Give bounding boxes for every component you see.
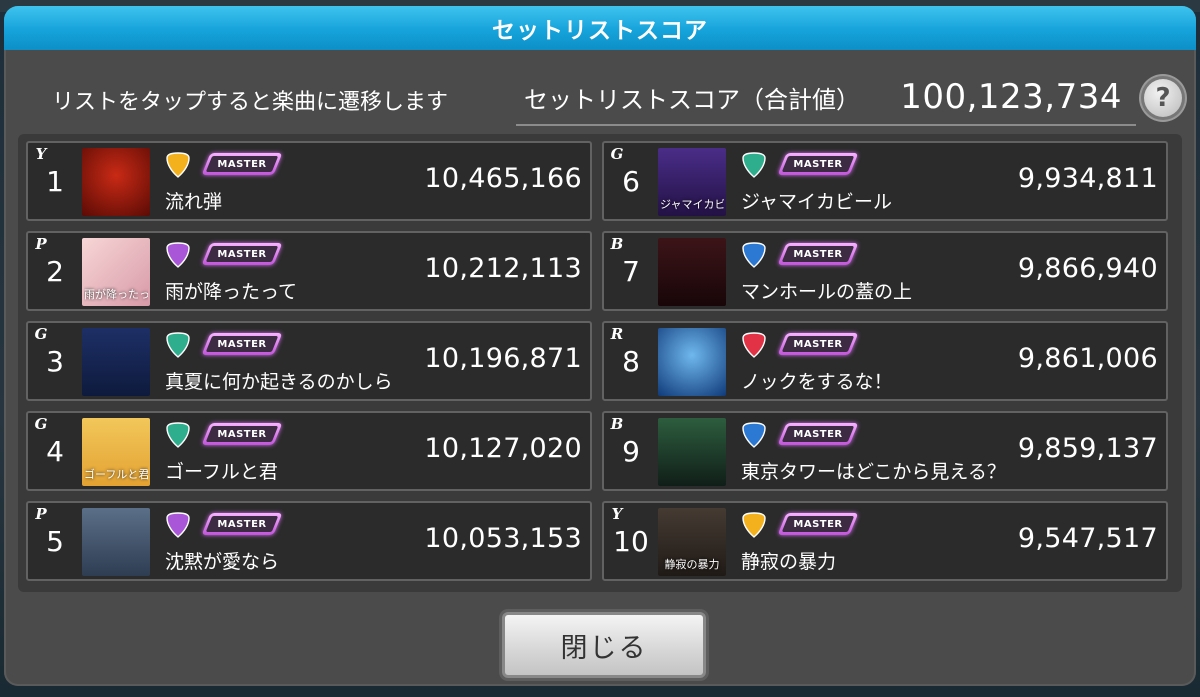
setlist-row[interactable]: 1 Y MASTER 流れ弾 10,465,166 <box>26 141 592 221</box>
unit-letter: R <box>610 325 624 343</box>
guitar-pick-icon <box>742 422 766 448</box>
song-title: 静寂の暴力 <box>741 551 837 573</box>
unit-letter: G <box>34 415 48 433</box>
setlist-score-dialog: セットリストスコア リストをタップすると楽曲に遷移します セットリストスコア（合… <box>4 6 1196 686</box>
song-jacket-image: 雨が降ったって <box>82 238 150 306</box>
total-score-field: セットリストスコア（合計値） 100,123,734 <box>516 70 1136 126</box>
unit-letter: G <box>34 325 48 343</box>
total-score-label: セットリストスコア（合計値） <box>524 85 860 114</box>
difficulty-label: MASTER <box>793 518 843 530</box>
setlist-row[interactable]: 3 G MASTER 真夏に何か起きるのかしら 10,196,871 <box>26 321 592 401</box>
setlist-row[interactable]: 2雨が降ったってPMASTER雨が降ったって10,212,113 <box>26 231 592 311</box>
difficulty-label: MASTER <box>793 248 843 260</box>
unit-letter: P <box>35 235 47 253</box>
guitar-pick-icon <box>742 152 766 178</box>
guitar-pick-icon <box>742 242 766 268</box>
guitar-pick-icon <box>742 332 766 358</box>
guitar-pick-icon <box>166 332 190 358</box>
song-jacket-image <box>82 148 150 216</box>
jacket-caption: 雨が降ったって <box>84 288 148 301</box>
song-title: ゴーフルと君 <box>165 461 278 483</box>
song-title: 真夏に何か起きるのかしら <box>165 371 393 393</box>
unit-letter: B <box>610 415 624 433</box>
setlist-row[interactable]: 7 B MASTER マンホールの蓋の上 9,866,940 <box>602 231 1168 311</box>
song-title: 沈黙が愛なら <box>165 551 280 573</box>
guitar-pick-icon <box>166 152 190 178</box>
song-score: 9,547,517 <box>1017 523 1158 554</box>
dialog-header: セットリストスコア <box>4 6 1196 50</box>
song-jacket-image: 静寂の暴力 <box>658 508 726 576</box>
tap-hint-text: リストをタップすると楽曲に遷移します <box>52 90 449 115</box>
song-score: 10,053,153 <box>424 523 582 554</box>
song-score: 10,127,020 <box>424 433 582 464</box>
difficulty-label: MASTER <box>793 158 843 170</box>
song-score: 10,196,871 <box>424 343 582 374</box>
song-score: 10,212,113 <box>424 253 582 284</box>
song-jacket-image <box>658 418 726 486</box>
setlist-row[interactable]: 8 R MASTER ノックをするな！ 9,861,006 <box>602 321 1168 401</box>
difficulty-label: MASTER <box>217 428 267 440</box>
help-button[interactable]: ? <box>1144 79 1182 117</box>
song-title: 東京タワーはどこから見える？ <box>741 461 1006 483</box>
song-score: 10,465,166 <box>424 163 582 194</box>
unit-letter: P <box>35 505 47 523</box>
difficulty-label: MASTER <box>217 248 267 260</box>
jacket-caption: ゴーフルと君 <box>84 468 148 481</box>
unit-letter: G <box>610 145 624 163</box>
song-title: 流れ弾 <box>165 191 223 213</box>
setlist-row[interactable]: 10 静寂の暴力 Y MASTER 静寂の暴力 9,547,517 <box>602 501 1168 581</box>
song-title: マンホールの蓋の上 <box>741 281 913 303</box>
difficulty-label: MASTER <box>793 428 843 440</box>
song-title: ジャマイカビール <box>741 191 893 213</box>
difficulty-label: MASTER <box>217 518 267 530</box>
guitar-pick-icon <box>166 422 190 448</box>
difficulty-label: MASTER <box>217 158 267 170</box>
setlist-row[interactable]: 9 B MASTER 東京タワーはどこから見える？ 9,859,137 <box>602 411 1168 491</box>
song-jacket-image: ジャマイカビール <box>658 148 726 216</box>
setlist-row[interactable]: 5 P MASTER 沈黙が愛なら 10,053,153 <box>26 501 592 581</box>
setlist-row[interactable]: 6ジャマイカビールGMASTERジャマイカビール9,934,811 <box>602 141 1168 221</box>
dialog-title: セットリストスコア <box>492 18 708 44</box>
difficulty-label: MASTER <box>217 338 267 350</box>
unit-letter: B <box>610 235 624 253</box>
guitar-pick-icon <box>166 512 190 538</box>
close-button[interactable]: 閉じる <box>502 612 706 678</box>
jacket-caption: ジャマイカビール <box>660 198 724 211</box>
unit-letter: Y <box>35 145 47 163</box>
song-score: 9,859,137 <box>1017 433 1158 464</box>
song-jacket-image <box>82 508 150 576</box>
jacket-caption: 静寂の暴力 <box>664 558 720 571</box>
song-jacket-image <box>82 328 150 396</box>
song-score: 9,934,811 <box>1017 163 1158 194</box>
question-icon: ? <box>1155 83 1171 113</box>
song-title: ノックをするな！ <box>741 371 893 393</box>
unit-letter: Y <box>611 505 623 523</box>
difficulty-label: MASTER <box>793 338 843 350</box>
setlist-row[interactable]: 4 ゴーフルと君 G MASTER ゴーフルと君 10,127,020 <box>26 411 592 491</box>
song-jacket-image: ゴーフルと君 <box>82 418 150 486</box>
song-score: 9,861,006 <box>1017 343 1158 374</box>
guitar-pick-icon <box>742 512 766 538</box>
total-score-value: 100,123,734 <box>900 77 1122 117</box>
song-jacket-image <box>658 328 726 396</box>
song-score: 9,866,940 <box>1017 253 1158 284</box>
song-title: 雨が降ったって <box>165 281 298 303</box>
song-jacket-image <box>658 238 726 306</box>
guitar-pick-icon <box>166 242 190 268</box>
setlist-panel: 1YMASTER流れ弾10,465,1662雨が降ったってPMASTER雨が降っ… <box>18 134 1182 592</box>
